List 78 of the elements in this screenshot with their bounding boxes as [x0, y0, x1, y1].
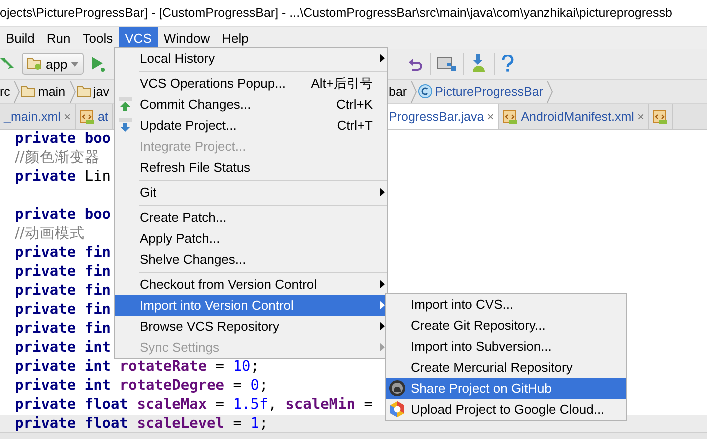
menu-item[interactable]: Create Patch...: [115, 207, 387, 228]
code-line: private boo: [15, 208, 112, 222]
close-icon[interactable]: ×: [487, 110, 494, 124]
menu-item[interactable]: Apply Patch...: [115, 228, 387, 249]
xml-file-icon: [503, 108, 518, 124]
xml-file-icon: [653, 108, 668, 124]
code-line: private int: [15, 341, 112, 356]
chevron-icon: [14, 80, 20, 102]
chevron-icon: [411, 80, 418, 102]
code-line: private fin: [15, 265, 112, 280]
editor-tab[interactable]: ProgressBar.java ×: [385, 104, 500, 129]
code-line: private fin: [15, 246, 112, 260]
menu-item[interactable]: Import into Subversion...: [386, 336, 626, 357]
submenu-arrow-icon: [380, 54, 385, 63]
code-line: private fin: [15, 284, 112, 298]
vcs-update-icon: [118, 117, 134, 134]
menu-item[interactable]: Update Project... Ctrl+T: [115, 115, 387, 136]
code-line: private float scaleLevel = 1;: [15, 417, 268, 432]
menu-item[interactable]: Create Git Repository...: [386, 315, 626, 336]
breadcrumb-item[interactable]: bar: [389, 84, 408, 98]
editor-tab[interactable]: at: [76, 104, 114, 129]
run-config-dropdown[interactable]: app: [22, 53, 84, 75]
code-line: private fin: [15, 322, 112, 336]
code-line: private fin: [15, 303, 112, 318]
breadcrumb-item[interactable]: main: [38, 84, 66, 98]
menu-bar-item[interactable]: Build: [0, 27, 41, 49]
folder-icon: [76, 85, 92, 98]
menu-item[interactable]: Local History: [115, 48, 387, 69]
menu-bar-item[interactable]: Window: [158, 27, 216, 49]
submenu-arrow-icon: [380, 343, 385, 352]
menu-item[interactable]: Share Project on GitHub: [386, 378, 626, 399]
code-line: //颜色渐变器: [15, 151, 100, 166]
run-icon[interactable]: [90, 56, 106, 72]
menu-item[interactable]: Browse VCS Repository: [115, 316, 387, 337]
menu-item[interactable]: Commit Changes... Ctrl+K: [115, 94, 387, 115]
menu-item[interactable]: VCS Operations Popup... Alt+后引号: [115, 73, 387, 94]
editor-tab[interactable]: AndroidManifest.xml ×: [499, 104, 650, 129]
menu-item[interactable]: Upload Project to Google Cloud...: [386, 399, 626, 420]
help-icon[interactable]: [500, 55, 515, 73]
menu-item[interactable]: Checkout from Version Control: [115, 274, 387, 295]
editor-tab[interactable]: _main.xml ×: [0, 104, 76, 129]
menu-item[interactable]: Git: [115, 182, 387, 203]
code-line: private int rotateRate = 10;: [15, 360, 260, 374]
caret-icon: [70, 62, 79, 66]
vcs-commit-icon: [118, 96, 134, 113]
menu-item[interactable]: Create Mercurial Repository: [386, 357, 626, 378]
menu-bar-item[interactable]: Tools: [76, 27, 120, 49]
class-icon: [418, 84, 434, 99]
menu-item[interactable]: Import into Version Control: [115, 295, 387, 316]
submenu-arrow-icon: [380, 322, 385, 331]
github-icon: [389, 380, 406, 397]
menu-item[interactable]: Import into CVS...: [386, 294, 626, 315]
menu-item[interactable]: Shelve Changes...: [115, 249, 387, 270]
menu-bar-item[interactable]: Help: [216, 27, 255, 49]
code-line: private int rotateDegree = 0;: [15, 379, 268, 394]
folder-icon: [21, 85, 36, 98]
submenu-arrow-icon: [380, 188, 385, 197]
submenu-arrow-icon: [380, 301, 385, 310]
breadcrumb-item[interactable]: PictureProgressBar: [435, 84, 544, 98]
code-line: private float scaleMax = 1.5f, scaleMin =: [15, 398, 373, 412]
menu-item[interactable]: Refresh File Status: [115, 157, 387, 178]
menu-bar-item[interactable]: VCS: [119, 27, 158, 49]
code-line: private Lin: [15, 170, 112, 184]
chevron-icon: [70, 80, 76, 102]
undo-icon[interactable]: [408, 56, 424, 72]
xml-file-icon: [80, 108, 95, 124]
code-line: //动画模式: [15, 227, 85, 242]
chevron-icon: [547, 80, 554, 102]
submenu-arrow-icon: [380, 280, 385, 289]
window-title: ojects\PictureProgressBar] - [CustomProgressBar] - ...\CustomProgressBar\src\main\java\com\yanzhikai\pictureprogressb: [0, 6, 672, 20]
android-module-icon: [27, 57, 43, 71]
breadcrumb-item[interactable]: rc: [0, 84, 10, 98]
hammer-icon[interactable]: [0, 56, 16, 72]
code-line: private boo: [15, 132, 112, 146]
menu-bar-item[interactable]: Run: [40, 27, 77, 49]
breadcrumb-item[interactable]: jav: [94, 84, 110, 98]
cloud-hexagon-icon: [389, 401, 406, 418]
layout-icon[interactable]: [436, 56, 457, 72]
